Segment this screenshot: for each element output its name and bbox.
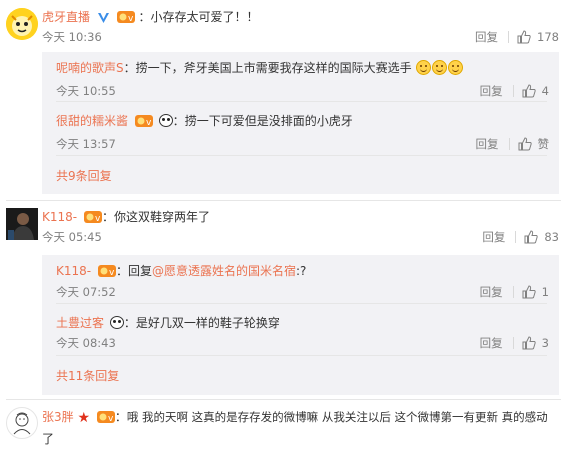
reply-time: 今天 07:52: [56, 285, 116, 299]
reply-text: 捞一下可爱但是没排面的小虎牙: [184, 114, 353, 128]
like-icon[interactable]: [517, 30, 531, 44]
smile-emoji-icon: [432, 60, 448, 75]
comment-text: 小存存太可爱了！！: [150, 10, 259, 24]
like-count: 4: [541, 84, 549, 98]
reply-time: 今天 08:43: [56, 336, 116, 350]
avatar[interactable]: [6, 208, 38, 240]
user-photo-icon: [6, 208, 38, 240]
member-badge-icon: v: [116, 10, 135, 29]
reply-button[interactable]: 回复: [482, 229, 505, 245]
avatar[interactable]: [6, 8, 38, 40]
divider: [508, 138, 510, 150]
divider: [56, 101, 547, 102]
reply-prefix: 回复: [127, 264, 152, 278]
star-badge-icon: ★: [77, 410, 91, 426]
comment-username[interactable]: K118-: [42, 210, 77, 224]
like-count: 1: [541, 285, 549, 299]
like-icon[interactable]: [522, 285, 536, 299]
like-icon[interactable]: [522, 84, 536, 98]
divider: [56, 303, 547, 304]
divider: [56, 355, 547, 356]
comment-item: 张3胖 ★ v ：哦 我的天啊 这真的是存存发的微博嘛 从我关注以后 这个微博第…: [0, 399, 567, 453]
member-badge-icon: v: [96, 410, 115, 429]
reply-username[interactable]: 呢喃的歌声S: [56, 61, 124, 75]
like-count: 赞: [537, 137, 550, 151]
like-icon[interactable]: [524, 230, 539, 244]
svg-text:v: v: [95, 214, 101, 224]
comment-time: 今天 05:45: [42, 230, 102, 244]
user-sketch-icon: [13, 412, 31, 435]
panda-badge-icon: [109, 316, 124, 329]
like-count: 178: [537, 30, 559, 44]
reply-text: 是好几双一样的鞋子轮换穿: [135, 316, 280, 330]
reply-button[interactable]: 回复: [480, 284, 503, 300]
comment-item: K118- v ：你这双鞋穿两年了 今天 05:45 回复 83 K118- v…: [0, 200, 567, 400]
reply-text: :?: [295, 264, 307, 278]
verified-icon: [97, 11, 110, 29]
comment-text: 你这双鞋穿两年了: [113, 210, 210, 224]
member-badge-icon: v: [97, 264, 116, 283]
reply-button[interactable]: 回复: [475, 29, 498, 45]
divider: [512, 337, 514, 349]
huya-logo-icon: [6, 8, 38, 40]
smile-emoji-icon: [416, 60, 432, 75]
panda-badge-icon: [158, 114, 173, 127]
comment-item: 虎牙直播 v ：小存存太可爱了！！ 今天 10:36 回复 178 呢喃的歌声S…: [0, 0, 567, 200]
like-icon[interactable]: [518, 137, 532, 151]
reply-button[interactable]: 回复: [480, 83, 503, 99]
divider: [515, 231, 517, 243]
avatar[interactable]: [6, 407, 38, 439]
reply-username[interactable]: 很甜的糯米酱: [56, 114, 128, 128]
comment-time: 今天 10:36: [42, 30, 102, 44]
member-badge-icon: v: [83, 210, 102, 229]
like-count: 83: [544, 230, 559, 244]
reply-button[interactable]: 回复: [476, 136, 499, 152]
reply-text: 捞一下，斧牙美国上市需要我存这样的国际大赛选手: [135, 61, 412, 75]
svg-text:v: v: [108, 414, 114, 424]
divider: [56, 155, 547, 156]
reply-list: 呢喃的歌声S：捞一下，斧牙美国上市需要我存这样的国际大赛选手 今天 10:55 …: [42, 52, 559, 194]
like-icon[interactable]: [522, 336, 536, 350]
reply-button[interactable]: 回复: [480, 335, 503, 351]
svg-text:v: v: [109, 268, 115, 278]
more-replies-link[interactable]: 共9条回复: [56, 168, 112, 184]
member-badge-icon: v: [134, 114, 153, 133]
divider: [512, 85, 514, 97]
svg-text:v: v: [128, 14, 134, 24]
reply-time: 今天 10:55: [56, 84, 116, 98]
reply-username[interactable]: 土豊过客: [56, 316, 104, 330]
smile-emoji-icon: [448, 60, 464, 75]
comment-username[interactable]: 张3胖: [42, 410, 74, 424]
reply-time: 今天 13:57: [56, 137, 116, 151]
reply-username[interactable]: K118-: [56, 264, 91, 278]
comment-text-continued: 了: [42, 432, 55, 446]
like-count: 3: [541, 336, 549, 350]
mention-link[interactable]: @愿意透露姓名的国米名宿: [152, 264, 296, 278]
divider: [512, 286, 514, 298]
divider: [508, 31, 510, 43]
reply-list: K118- v ：回复@愿意透露姓名的国米名宿:? 今天 07:52 回复 1 …: [42, 255, 559, 395]
comment-text: 哦 我的天啊 这真的是存存发的微博嘛 从我关注以后 这个微博第一有更新 真的感动: [126, 410, 548, 424]
svg-text:v: v: [146, 118, 152, 128]
more-replies-link[interactable]: 共11条回复: [56, 368, 119, 384]
comment-username[interactable]: 虎牙直播: [42, 10, 90, 24]
